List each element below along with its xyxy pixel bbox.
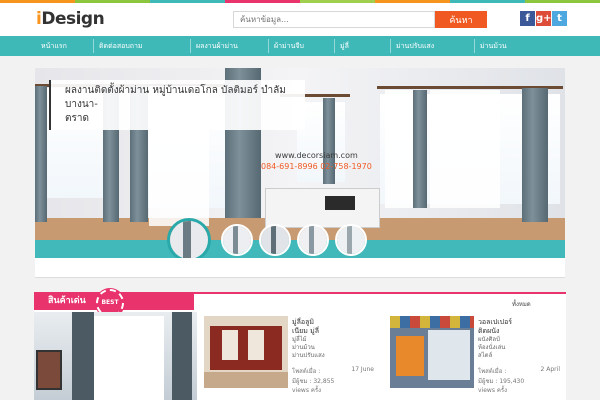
sign-board bbox=[428, 330, 470, 380]
product-title: วอลเปเปอร์ bbox=[478, 318, 513, 326]
wall-picture bbox=[36, 350, 62, 390]
product-title: เนียม มู่ลี่ bbox=[292, 327, 320, 335]
slider-thumbnail[interactable] bbox=[259, 224, 291, 256]
hero-slider[interactable]: ผลงานติดตั้งผ้าม่าน หมู่บ้านเดอโกล บัลติ… bbox=[35, 68, 565, 258]
product-info: มู่ลี่อลูมิ เนียม มู่ลี่ มู่ลี่ไม้ ม่านม… bbox=[292, 318, 374, 360]
product-desc: ห้องนั่งเล่น bbox=[478, 344, 506, 351]
sofa bbox=[204, 372, 288, 388]
product-card[interactable]: วอลเปเปอร์ ติดผนัง ผนังศิลป์ ห้องนั่งเล่… bbox=[390, 316, 560, 400]
product-image bbox=[390, 316, 474, 388]
nav-item-roller-blind[interactable]: ม่านม้วน bbox=[475, 36, 507, 56]
twitter-icon[interactable]: t bbox=[552, 11, 567, 26]
caption-line-2: ตราด bbox=[65, 113, 89, 124]
bed bbox=[265, 188, 380, 228]
google-plus-icon[interactable]: g+ bbox=[536, 11, 552, 26]
slider-bottom-panel bbox=[35, 258, 565, 278]
slider-thumbnail[interactable] bbox=[167, 218, 211, 258]
nav-item-blinds[interactable]: มู่ลี่ bbox=[335, 36, 349, 56]
watermark: www.decorsiam.com 084-691-8996 02-758-19… bbox=[261, 150, 372, 172]
curtain-panel bbox=[172, 312, 192, 400]
featured-section: สินค้าเด่น BEST ทั้งหมด มู่ลี่อลูมิ เนีย… bbox=[34, 289, 566, 400]
artwork bbox=[396, 336, 424, 376]
product-desc: ม่านม้วน bbox=[292, 344, 315, 351]
blind-panel bbox=[210, 326, 282, 370]
product-image bbox=[204, 316, 288, 388]
facebook-icon[interactable]: f bbox=[520, 11, 535, 26]
slider-thumbnail[interactable] bbox=[297, 224, 329, 256]
curtain-panel bbox=[413, 90, 427, 208]
nav-item-home[interactable]: หน้าแรก bbox=[36, 36, 67, 56]
window-pane bbox=[248, 330, 264, 360]
curtain-panel bbox=[35, 86, 47, 222]
slider-thumbnail[interactable] bbox=[221, 224, 253, 256]
nav-item-adjustable-curtain[interactable]: ม่านปรับแสง bbox=[391, 36, 434, 56]
product-views-unit: views ครั้ง bbox=[478, 387, 508, 394]
product-date: 17 June bbox=[351, 366, 374, 373]
thumbnail-curtain bbox=[346, 226, 353, 254]
featured-image[interactable] bbox=[34, 312, 197, 400]
caption-line-1: ผลงานติดตั้งผ้าม่าน หมู่บ้านเดอโกล บัลติ… bbox=[65, 85, 286, 110]
product-info: วอลเปเปอร์ ติดผนัง ผนังศิลป์ ห้องนั่งเล่… bbox=[478, 318, 560, 360]
thumbnail-curtain bbox=[232, 226, 239, 254]
slide-caption: ผลงานติดตั้งผ้าม่าน หมู่บ้านเดอโกล บัลติ… bbox=[49, 80, 305, 130]
curtain-panel bbox=[72, 312, 94, 400]
view-all-link[interactable]: ทั้งหมด bbox=[512, 299, 531, 309]
product-date-row: โพสต์เมื่อ : 17 June bbox=[292, 366, 374, 375]
nav-item-portfolio[interactable]: ผลงานผ้าม่าน bbox=[191, 36, 238, 56]
watermark-url: www.decorsiam.com bbox=[275, 151, 358, 160]
product-desc: ม่านปรับแสง bbox=[292, 352, 325, 359]
site-logo[interactable]: iDesign bbox=[36, 9, 105, 29]
window-pane bbox=[222, 330, 238, 360]
product-card[interactable]: มู่ลี่อลูมิ เนียม มู่ลี่ มู่ลี่ไม้ ม่านม… bbox=[204, 316, 374, 400]
product-desc: สไตล์ bbox=[478, 352, 493, 359]
sheer-curtain bbox=[385, 90, 415, 208]
search-button[interactable]: ค้นหา bbox=[435, 11, 487, 28]
product-title: มู่ลี่อลูมิ bbox=[292, 318, 315, 326]
nav-item-contact[interactable]: ติดต่อสอบถาม bbox=[94, 36, 143, 56]
slider-thumbnail[interactable] bbox=[335, 224, 367, 256]
wallpaper-pattern bbox=[390, 316, 474, 328]
search-input[interactable] bbox=[233, 11, 435, 28]
product-title: ติดผนัง bbox=[478, 327, 500, 335]
watermark-phone: 084-691-8996 02-758-1970 bbox=[261, 162, 372, 171]
product-desc: ผนังศิลป์ bbox=[478, 336, 500, 343]
bag bbox=[325, 196, 355, 210]
window bbox=[94, 316, 164, 400]
product-views-unit: views ครั้ง bbox=[292, 387, 322, 394]
thumbnail-curtain bbox=[183, 221, 191, 258]
thumbnail-curtain bbox=[308, 226, 315, 254]
curtain-panel bbox=[522, 88, 548, 222]
sheer-curtain bbox=[430, 90, 500, 208]
product-date-row: โพสต์เมื่อ : 2 April bbox=[478, 366, 560, 375]
site-header: iDesign ค้นหา f g+ t bbox=[0, 3, 600, 36]
main-nav: หน้าแรก ติดต่อสอบถาม ผลงานผ้าม่าน ผ้าม่า… bbox=[0, 36, 600, 56]
nav-item-pleated-curtain[interactable]: ผ้าม่านจีบ bbox=[269, 36, 304, 56]
product-date: 2 April bbox=[540, 366, 560, 373]
product-desc: มู่ลี่ไม้ bbox=[292, 336, 307, 343]
thumbnail-curtain bbox=[270, 226, 277, 254]
